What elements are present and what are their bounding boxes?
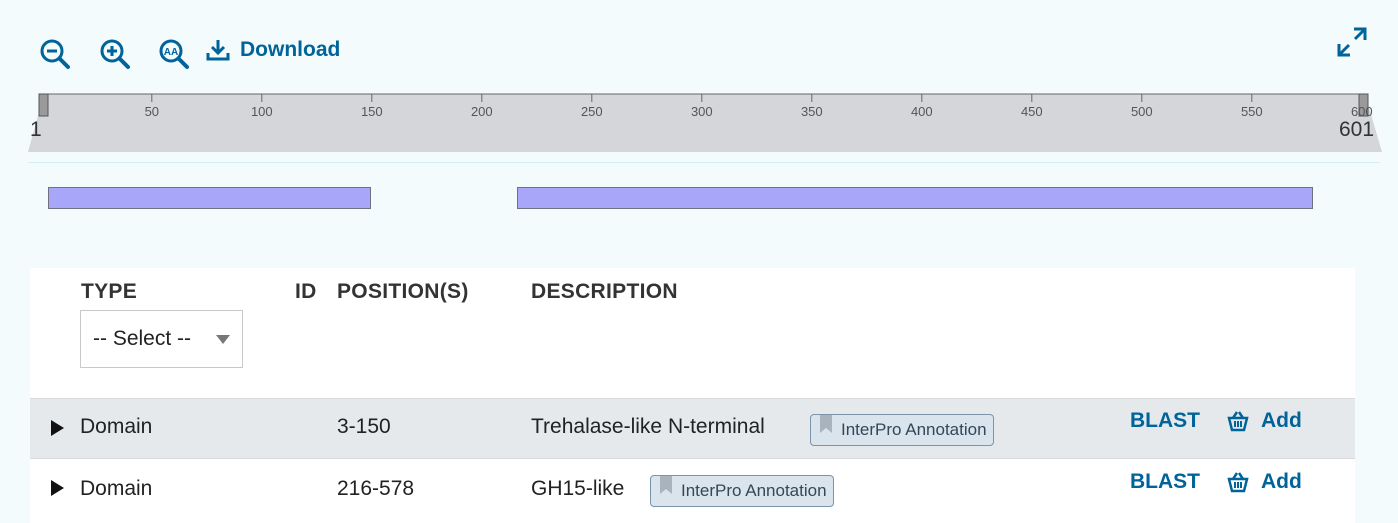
zoom-out-button[interactable] (38, 36, 72, 72)
ruler-tick-label: 400 (910, 104, 933, 119)
ruler-tick-label: 300 (690, 104, 713, 119)
ruler-tick-label: 250 (580, 104, 603, 119)
row-positions: 3-150 (337, 415, 391, 438)
zoom-in-button[interactable] (98, 36, 132, 72)
ruler-tick-label: 150 (360, 104, 383, 119)
blast-link[interactable]: BLAST (1130, 409, 1200, 433)
column-header-type: TYPE (81, 280, 138, 303)
ruler-tick-label: 500 (1130, 104, 1153, 119)
row-type: Domain (80, 477, 153, 500)
bookmark-icon (660, 476, 672, 494)
zoom-reset-button[interactable]: AA (157, 36, 191, 72)
row-positions: 216-578 (337, 477, 415, 500)
ruler-tick-label: 100 (250, 104, 273, 119)
row-description: GH15-like (531, 477, 625, 500)
add-to-basket-link[interactable]: Add (1227, 470, 1302, 494)
sequence-ruler[interactable]: 50 100 150 200 250 300 350 400 450 500 550 600 1 60… (0, 90, 1398, 165)
column-header-description: DESCRIPTION (531, 280, 678, 303)
zoom-in-icon (100, 39, 130, 69)
ruler-tick-label: 50 (144, 104, 160, 119)
ruler-start-handle[interactable] (38, 93, 49, 117)
domain-feature-bar[interactable] (48, 187, 372, 209)
interpro-annotation-badge: InterPro Annotation (810, 414, 994, 446)
row-type: Domain (80, 415, 153, 438)
feature-track (0, 165, 1398, 235)
column-header-positions: POSITION(S) (337, 280, 469, 303)
badge-label: InterPro Annotation (681, 481, 827, 500)
table-row[interactable]: Domain 3-150 Trehalase-like N-terminal I… (30, 398, 1355, 458)
bookmark-icon (820, 415, 832, 433)
basket-icon (1227, 472, 1249, 493)
svg-text:AA: AA (164, 47, 178, 58)
blast-link[interactable]: BLAST (1130, 470, 1200, 494)
ruler-tick-label: 600 (1350, 104, 1373, 119)
chevron-down-icon (216, 335, 230, 344)
type-filter-select[interactable]: -- Select -- (80, 310, 243, 368)
ruler-start-label: 1 (30, 118, 42, 141)
features-table: TYPE ID POSITION(S) DESCRIPTION -- Selec… (30, 268, 1355, 523)
table-row[interactable]: Domain 216-578 GH15-like InterPro Annota… (30, 458, 1355, 518)
row-description: Trehalase-like N-terminal (531, 415, 765, 438)
expand-row-icon[interactable] (51, 420, 64, 436)
add-to-basket-link[interactable]: Add (1227, 409, 1302, 433)
ruler-tick-label: 350 (800, 104, 823, 119)
feature-viewer-toolbar: AA Download (0, 0, 1398, 90)
download-icon (206, 40, 230, 61)
fullscreen-button[interactable] (1336, 26, 1370, 60)
expand-icon (1337, 27, 1367, 57)
expand-row-icon[interactable] (51, 480, 64, 496)
add-label: Add (1261, 409, 1302, 432)
type-filter-value: -- Select -- (93, 327, 192, 350)
ruler-tick-label: 550 (1240, 104, 1263, 119)
ruler-end-label: 601 (1339, 118, 1375, 141)
column-header-id: ID (295, 280, 317, 303)
ruler-divider (28, 162, 1380, 163)
interpro-annotation-badge: InterPro Annotation (650, 475, 834, 507)
basket-icon (1227, 411, 1249, 432)
domain-feature-bar[interactable] (516, 187, 1313, 209)
ruler-tick-label: 450 (1020, 104, 1043, 119)
download-link[interactable]: Download (206, 36, 340, 64)
badge-label: InterPro Annotation (841, 420, 987, 439)
zoom-out-icon (40, 39, 70, 69)
zoom-reset-icon: AA (159, 39, 189, 69)
add-label: Add (1261, 470, 1302, 493)
ruler-background (28, 93, 1382, 152)
download-label: Download (240, 38, 341, 61)
ruler-tick-label: 200 (470, 104, 493, 119)
